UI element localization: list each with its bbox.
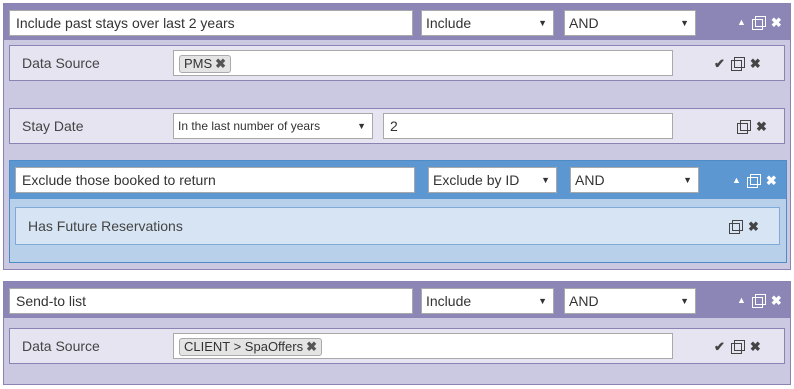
group-2-name-input[interactable]: Send-to list	[9, 288, 413, 314]
copy-icon[interactable]	[746, 173, 761, 188]
criteria-row-future-reservations: Has Future Reservations ✖	[15, 207, 780, 245]
chevron-down-icon: ▼	[683, 175, 692, 185]
chevron-down-icon: ▼	[538, 296, 547, 306]
group-1-body: Data Source PMS ✖ ✔ ✖ Stay Date In the la…	[4, 40, 790, 269]
close-icon[interactable]: ✖	[750, 340, 761, 353]
tag-label: PMS	[184, 56, 213, 71]
close-icon[interactable]: ✖	[766, 174, 777, 187]
data-source-tags-input[interactable]: PMS ✖	[173, 50, 673, 76]
close-icon[interactable]: ✖	[756, 120, 767, 133]
subgroup-operator-value: AND	[575, 172, 605, 188]
copy-icon[interactable]	[730, 339, 745, 354]
stay-date-range-select[interactable]: In the last number of years ▼	[173, 113, 373, 139]
close-icon[interactable]: ✖	[771, 16, 782, 29]
tag-pms: PMS ✖	[179, 55, 232, 73]
criteria-row-stay-date: Stay Date In the last number of years ▼ …	[9, 108, 785, 144]
close-icon[interactable]: ✖	[748, 220, 759, 233]
chevron-down-icon: ▼	[680, 296, 689, 306]
collapse-up-icon[interactable]: ▲	[737, 17, 746, 27]
remove-tag-icon[interactable]: ✖	[215, 56, 226, 71]
row-label: Data Source	[22, 55, 100, 71]
collapse-up-icon[interactable]: ▲	[737, 295, 746, 305]
subgroup-mode-select[interactable]: Exclude by ID ▼	[428, 167, 557, 193]
group-2-header: Send-to list Include ▼ AND ▼ ▲ ✖	[4, 282, 790, 318]
row-controls: ✖	[729, 208, 759, 244]
chevron-down-icon: ▼	[541, 175, 550, 185]
group-1-name-input[interactable]: Include past stays over last 2 years	[9, 10, 413, 36]
subgroup-controls: ▲ ✖	[732, 161, 777, 199]
group-1-mode-select[interactable]: Include ▼	[421, 10, 554, 36]
group-2-operator-value: AND	[569, 293, 599, 309]
group-1-header: Include past stays over last 2 years Inc…	[4, 4, 790, 40]
chevron-down-icon: ▼	[357, 121, 366, 131]
row-label: Stay Date	[22, 118, 84, 134]
chevron-down-icon: ▼	[680, 18, 689, 28]
row-controls: ✔ ✖	[714, 46, 761, 80]
subgroup-mode-value: Exclude by ID	[433, 172, 520, 188]
copy-icon[interactable]	[730, 56, 745, 71]
close-icon[interactable]: ✖	[771, 294, 782, 307]
group-2-mode-select[interactable]: Include ▼	[421, 288, 554, 314]
check-icon[interactable]: ✔	[714, 57, 725, 70]
check-icon[interactable]: ✔	[714, 340, 725, 353]
stay-date-years-input[interactable]: 2	[383, 113, 673, 139]
subgroup-name-input[interactable]: Exclude those booked to return	[15, 167, 415, 193]
group-1-operator-select[interactable]: AND ▼	[564, 10, 696, 36]
row-label: Data Source	[22, 338, 100, 354]
subgroup-exclude: Exclude those booked to return Exclude b…	[9, 160, 787, 263]
group-2-body: Data Source CLIENT > SpaOffers ✖ ✔ ✖	[4, 318, 790, 384]
group-1-controls: ▲ ✖	[737, 4, 782, 40]
chevron-down-icon: ▼	[538, 18, 547, 28]
group-2-controls: ▲ ✖	[737, 282, 782, 318]
data-source-tags-input[interactable]: CLIENT > SpaOffers ✖	[173, 333, 673, 359]
row-controls: ✔ ✖	[714, 329, 761, 363]
group-2-operator-select[interactable]: AND ▼	[564, 288, 696, 314]
subgroup-header: Exclude those booked to return Exclude b…	[10, 161, 786, 199]
criteria-group-1: Include past stays over last 2 years Inc…	[3, 3, 791, 270]
copy-icon[interactable]	[751, 15, 766, 30]
tag-client-spaoffers: CLIENT > SpaOffers ✖	[179, 338, 323, 356]
stay-date-range-value: In the last number of years	[178, 119, 321, 133]
copy-icon[interactable]	[751, 293, 766, 308]
criteria-row-data-source: Data Source CLIENT > SpaOffers ✖ ✔ ✖	[9, 328, 785, 364]
group-1-mode-value: Include	[426, 15, 472, 31]
criteria-row-data-source: Data Source PMS ✖ ✔ ✖	[9, 45, 785, 81]
row-controls: ✖	[737, 109, 767, 143]
copy-icon[interactable]	[729, 219, 743, 234]
tag-label: CLIENT > SpaOffers	[184, 339, 304, 354]
group-2-mode-value: Include	[426, 293, 472, 309]
collapse-up-icon[interactable]: ▲	[732, 175, 741, 185]
copy-icon[interactable]	[737, 119, 751, 134]
remove-tag-icon[interactable]: ✖	[306, 339, 317, 354]
group-1-operator-value: AND	[569, 15, 599, 31]
close-icon[interactable]: ✖	[750, 57, 761, 70]
subgroup-operator-select[interactable]: AND ▼	[570, 167, 699, 193]
row-label: Has Future Reservations	[28, 218, 183, 234]
criteria-group-2: Send-to list Include ▼ AND ▼ ▲ ✖ Data So…	[3, 281, 791, 385]
